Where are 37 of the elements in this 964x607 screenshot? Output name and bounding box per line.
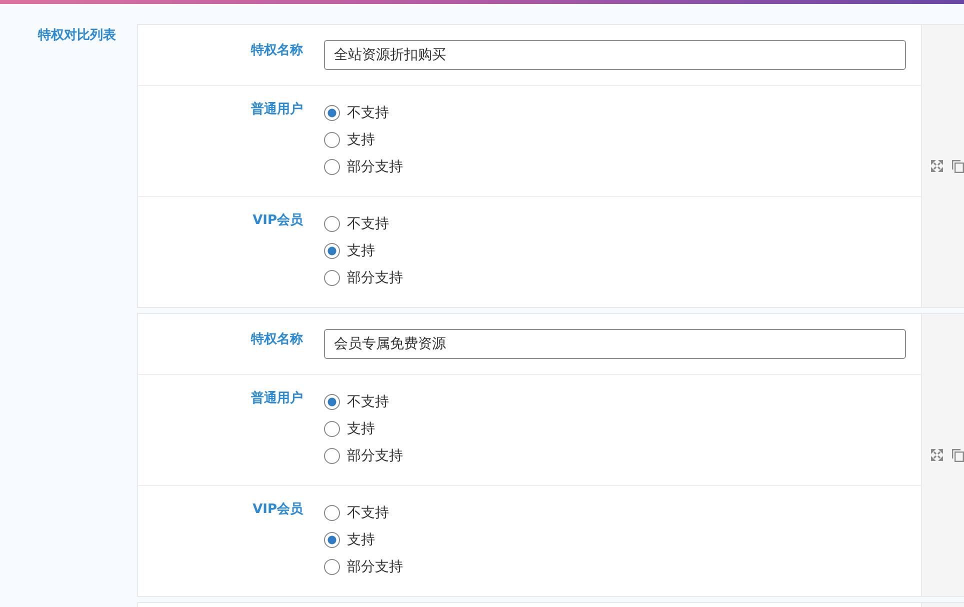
field-label: 特权名称: [251, 42, 303, 60]
option-label[interactable]: 部分支持: [347, 158, 403, 176]
name-input[interactable]: 全站资源折扣购买: [324, 40, 906, 70]
radio-button[interactable]: [324, 132, 340, 148]
radio-button[interactable]: [324, 532, 340, 548]
option-label[interactable]: 部分支持: [347, 558, 403, 576]
field-label: 普通用户: [251, 101, 303, 119]
option-label[interactable]: 支持: [347, 130, 375, 148]
option-label[interactable]: 不支持: [347, 214, 389, 232]
field-label: VIP会员: [252, 501, 303, 519]
expand-icon[interactable]: [931, 449, 943, 461]
option-label[interactable]: 不支持: [347, 104, 389, 122]
radio-button[interactable]: [324, 504, 340, 520]
radio-button[interactable]: [324, 394, 340, 410]
field-label: 普通用户: [251, 390, 303, 408]
expand-icon[interactable]: [931, 160, 943, 172]
option-label[interactable]: 支持: [347, 530, 375, 548]
option-label[interactable]: 部分支持: [347, 446, 403, 464]
radio-button[interactable]: [324, 216, 340, 232]
option-label[interactable]: 不支持: [347, 392, 389, 410]
radio-button[interactable]: [324, 158, 340, 174]
radio-button[interactable]: [324, 558, 340, 574]
name-input[interactable]: 会员专属免费资源: [324, 329, 906, 359]
copy-icon[interactable]: [952, 448, 964, 462]
copy-icon[interactable]: [952, 160, 964, 172]
option-label[interactable]: 不支持: [347, 504, 389, 522]
section-label: 特权对比列表: [38, 28, 116, 43]
radio-button[interactable]: [324, 104, 340, 120]
option-label[interactable]: 部分支持: [347, 268, 403, 286]
option-label[interactable]: 支持: [347, 420, 375, 438]
option-label[interactable]: 支持: [347, 242, 375, 260]
radio-button[interactable]: [324, 270, 340, 286]
radio-button[interactable]: [324, 448, 340, 464]
field-label: 特权名称: [251, 331, 303, 349]
radio-button[interactable]: [324, 242, 340, 258]
radio-button[interactable]: [324, 420, 340, 436]
field-label: VIP会员: [252, 212, 303, 230]
